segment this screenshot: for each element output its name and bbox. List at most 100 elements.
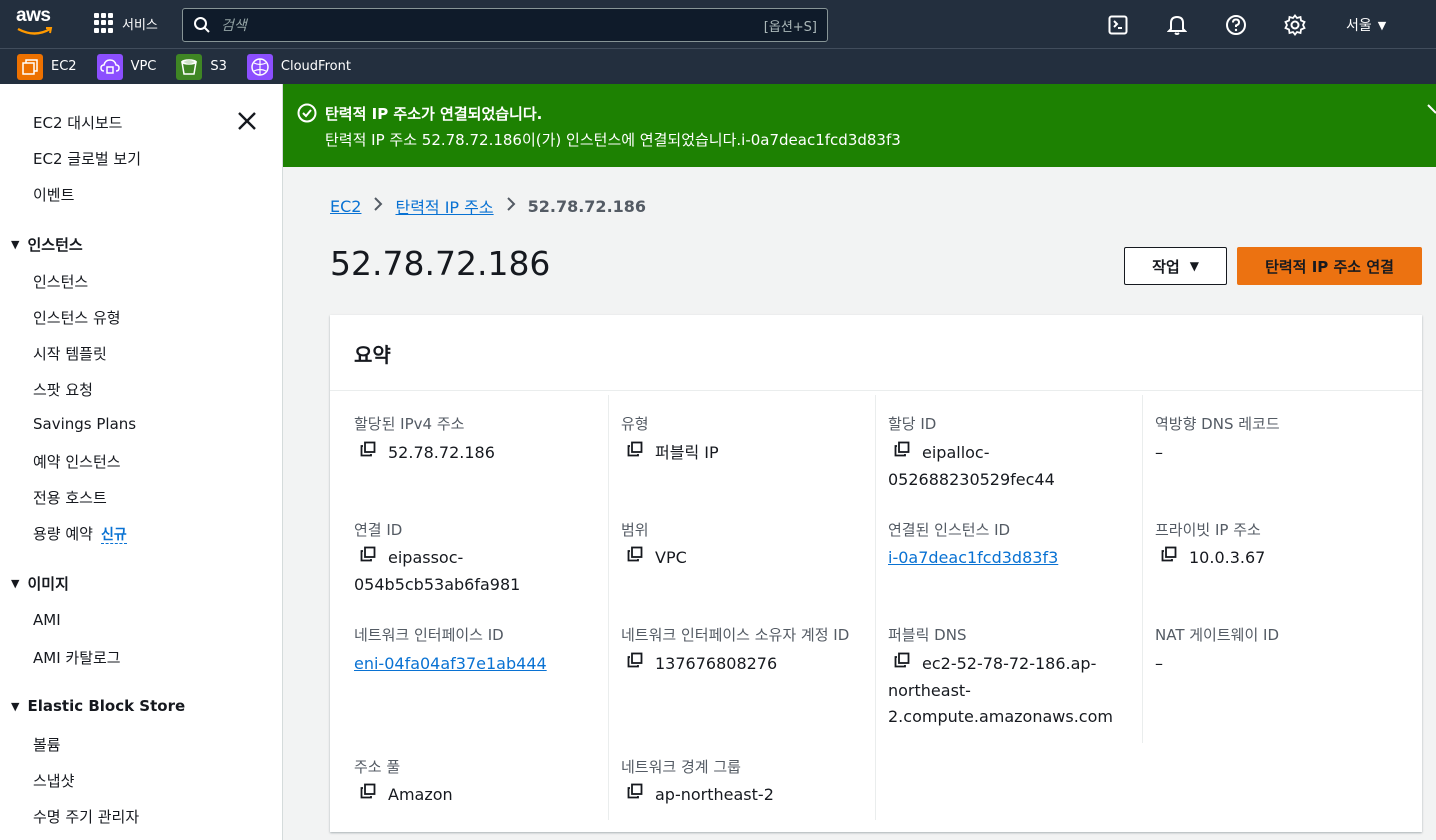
sidebar-item-volumes[interactable]: 볼륨 [33, 734, 61, 755]
sidebar-item-launch-templates[interactable]: 시작 템플릿 [33, 343, 107, 364]
actions-dropdown-button[interactable]: 작업 ▼ [1124, 247, 1227, 285]
favorite-ec2[interactable]: EC2 [17, 53, 77, 80]
vpc-service-icon [96, 53, 123, 80]
breadcrumb: EC2 탄력적 IP 주소 52.78.72.186 [330, 194, 646, 218]
new-badge: 신규 [100, 527, 127, 544]
copy-icon[interactable] [627, 439, 643, 465]
dismiss-icon[interactable] [1426, 102, 1436, 127]
field-label: 퍼블릭 DNS [888, 626, 967, 644]
actions-label: 작업 [1152, 257, 1180, 276]
sidebar-item-ami[interactable]: AMI [33, 611, 61, 629]
sidebar-section-images[interactable]: ▼ 이미지 [11, 573, 69, 594]
field-value-ipv4: 52.78.72.186 [354, 440, 495, 467]
sidebar-section-title: Elastic Block Store [27, 697, 186, 715]
favorites-bar: EC2 VPC S3 CloudFront [0, 48, 1436, 84]
aws-smile-icon [17, 27, 53, 35]
cloudshell-icon[interactable] [1106, 13, 1130, 37]
field-label: 네트워크 인터페이스 소유자 계정 ID [621, 626, 850, 644]
association-id-text: eipassoc- [388, 548, 464, 567]
favorite-vpc[interactable]: VPC [96, 53, 157, 80]
bell-icon[interactable] [1165, 13, 1189, 37]
allocation-id-text-cont: 052688230529fec44 [888, 469, 1055, 489]
field-label: 연결된 인스턴스 ID [888, 521, 1011, 539]
network-interface-id-link[interactable]: eni-04fa04af37e1ab444 [354, 651, 547, 677]
field-label: 역방향 DNS 레코드 [1155, 415, 1280, 433]
aws-logo[interactable]: aws [16, 6, 58, 40]
sidebar-item-ec2-dashboard[interactable]: EC2 대시보드 [33, 112, 122, 133]
copy-icon[interactable] [627, 544, 643, 570]
settings-icon[interactable] [1283, 13, 1307, 37]
banner-title: 탄력적 IP 주소가 연결되었습니다. [325, 105, 543, 123]
address-pool-value-text: Amazon [388, 785, 453, 804]
chevron-right-icon [506, 196, 516, 216]
caret-down-icon: ▼ [1377, 18, 1387, 32]
sidebar-item-ec2-global-view[interactable]: EC2 글로벌 보기 [33, 148, 141, 169]
services-menu-button[interactable]: 서비스 [94, 13, 158, 33]
type-value-text: 퍼블릭 IP [655, 443, 719, 462]
association-id-text-cont: 054b5cb53ab6fa981 [354, 574, 521, 594]
search-input[interactable]: 검색 [옵션+S] [182, 8, 828, 42]
allocation-id-text: eipalloc- [922, 443, 990, 462]
copy-icon[interactable] [627, 781, 643, 807]
breadcrumb-elastic-ip-link[interactable]: 탄력적 IP 주소 [395, 194, 493, 218]
favorite-s3[interactable]: S3 [176, 53, 227, 80]
favorite-cloudfront[interactable]: CloudFront [246, 53, 351, 80]
public-dns-text-cont: 2.compute.amazonaws.com [888, 706, 1113, 726]
field-label: 네트워크 경계 그룹 [621, 758, 741, 776]
field-value-type: 퍼블릭 IP [621, 440, 719, 467]
sidebar-item-snapshots[interactable]: 스냅샷 [33, 770, 74, 791]
banner-description: 탄력적 IP 주소 52.78.72.186이(가) 인스턴스에 연결되었습니다… [325, 131, 901, 149]
instance-id-link[interactable]: i-0a7deac1fcd3d83f3 [888, 545, 1058, 571]
breadcrumb-ec2-link[interactable]: EC2 [330, 197, 361, 216]
field-label: 할당된 IPv4 주소 [354, 415, 465, 433]
top-navigation: aws 서비스 검색 [옵션+S] 서울 ▼ [0, 0, 1436, 48]
copy-icon[interactable] [1161, 544, 1177, 570]
favorite-label: VPC [130, 59, 157, 74]
breadcrumb-current: 52.78.72.186 [527, 196, 647, 216]
ec2-service-icon [17, 53, 43, 80]
page-title: 52.78.72.186 [330, 244, 551, 283]
sidebar-item-ami-catalog[interactable]: AMI 카탈로그 [33, 647, 121, 668]
region-label: 서울 [1346, 18, 1372, 34]
field-value-nat-gateway: – [1155, 654, 1163, 673]
column-divider [608, 395, 609, 820]
field-label: 주소 풀 [354, 758, 401, 776]
sidebar-section-title: 인스턴스 [27, 236, 83, 254]
sidebar-item-capacity-reservations[interactable]: 용량 예약 신규 [33, 523, 127, 544]
border-group-value-text: ap-northeast-2 [655, 785, 774, 804]
favorite-label: CloudFront [280, 59, 351, 74]
copy-icon[interactable] [894, 439, 910, 465]
sidebar-item-label: 용량 예약 [33, 525, 93, 543]
caret-down-icon: ▼ [11, 577, 20, 590]
field-label: NAT 게이트웨이 ID [1155, 626, 1279, 644]
associate-elastic-ip-button[interactable]: 탄력적 IP 주소 연결 [1237, 247, 1422, 285]
copy-icon[interactable] [894, 650, 910, 676]
copy-icon[interactable] [627, 650, 643, 676]
sidebar-section-ebs[interactable]: ▼ Elastic Block Store [11, 697, 185, 715]
copy-icon[interactable] [360, 544, 376, 570]
services-label: 서비스 [122, 17, 158, 33]
sidebar-item-spot-requests[interactable]: 스팟 요청 [33, 379, 93, 400]
sidebar-item-savings-plans[interactable]: Savings Plans [33, 415, 136, 433]
close-icon[interactable] [236, 110, 258, 132]
side-navigation: EC2 대시보드 EC2 글로벌 보기 이벤트 ▼ 인스턴스 인스턴스 인스턴스… [0, 84, 283, 840]
sidebar-section-instances[interactable]: ▼ 인스턴스 [11, 234, 83, 255]
field-value-border-group: ap-northeast-2 [621, 782, 774, 809]
region-selector[interactable]: 서울 ▼ [1346, 15, 1386, 35]
copy-icon[interactable] [360, 781, 376, 807]
eni-owner-value-text: 137676808276 [655, 654, 778, 673]
sidebar-item-lifecycle-manager[interactable]: 수명 주기 관리자 [33, 806, 139, 827]
sidebar-item-dedicated-hosts[interactable]: 전용 호스트 [33, 487, 107, 508]
s3-service-icon [176, 53, 203, 80]
copy-icon[interactable] [360, 439, 376, 465]
sidebar-item-events[interactable]: 이벤트 [33, 184, 74, 205]
sidebar-item-instance-types[interactable]: 인스턴스 유형 [33, 307, 121, 328]
grid-icon [94, 13, 114, 33]
sidebar-item-reserved-instances[interactable]: 예약 인스턴스 [33, 451, 121, 472]
search-placeholder: 검색 [221, 18, 247, 34]
help-icon[interactable] [1224, 13, 1248, 37]
field-value-eni-owner: 137676808276 [621, 651, 777, 678]
sidebar-item-instances[interactable]: 인스턴스 [33, 271, 88, 292]
field-label: 연결 ID [354, 521, 403, 539]
column-divider [1142, 395, 1143, 743]
